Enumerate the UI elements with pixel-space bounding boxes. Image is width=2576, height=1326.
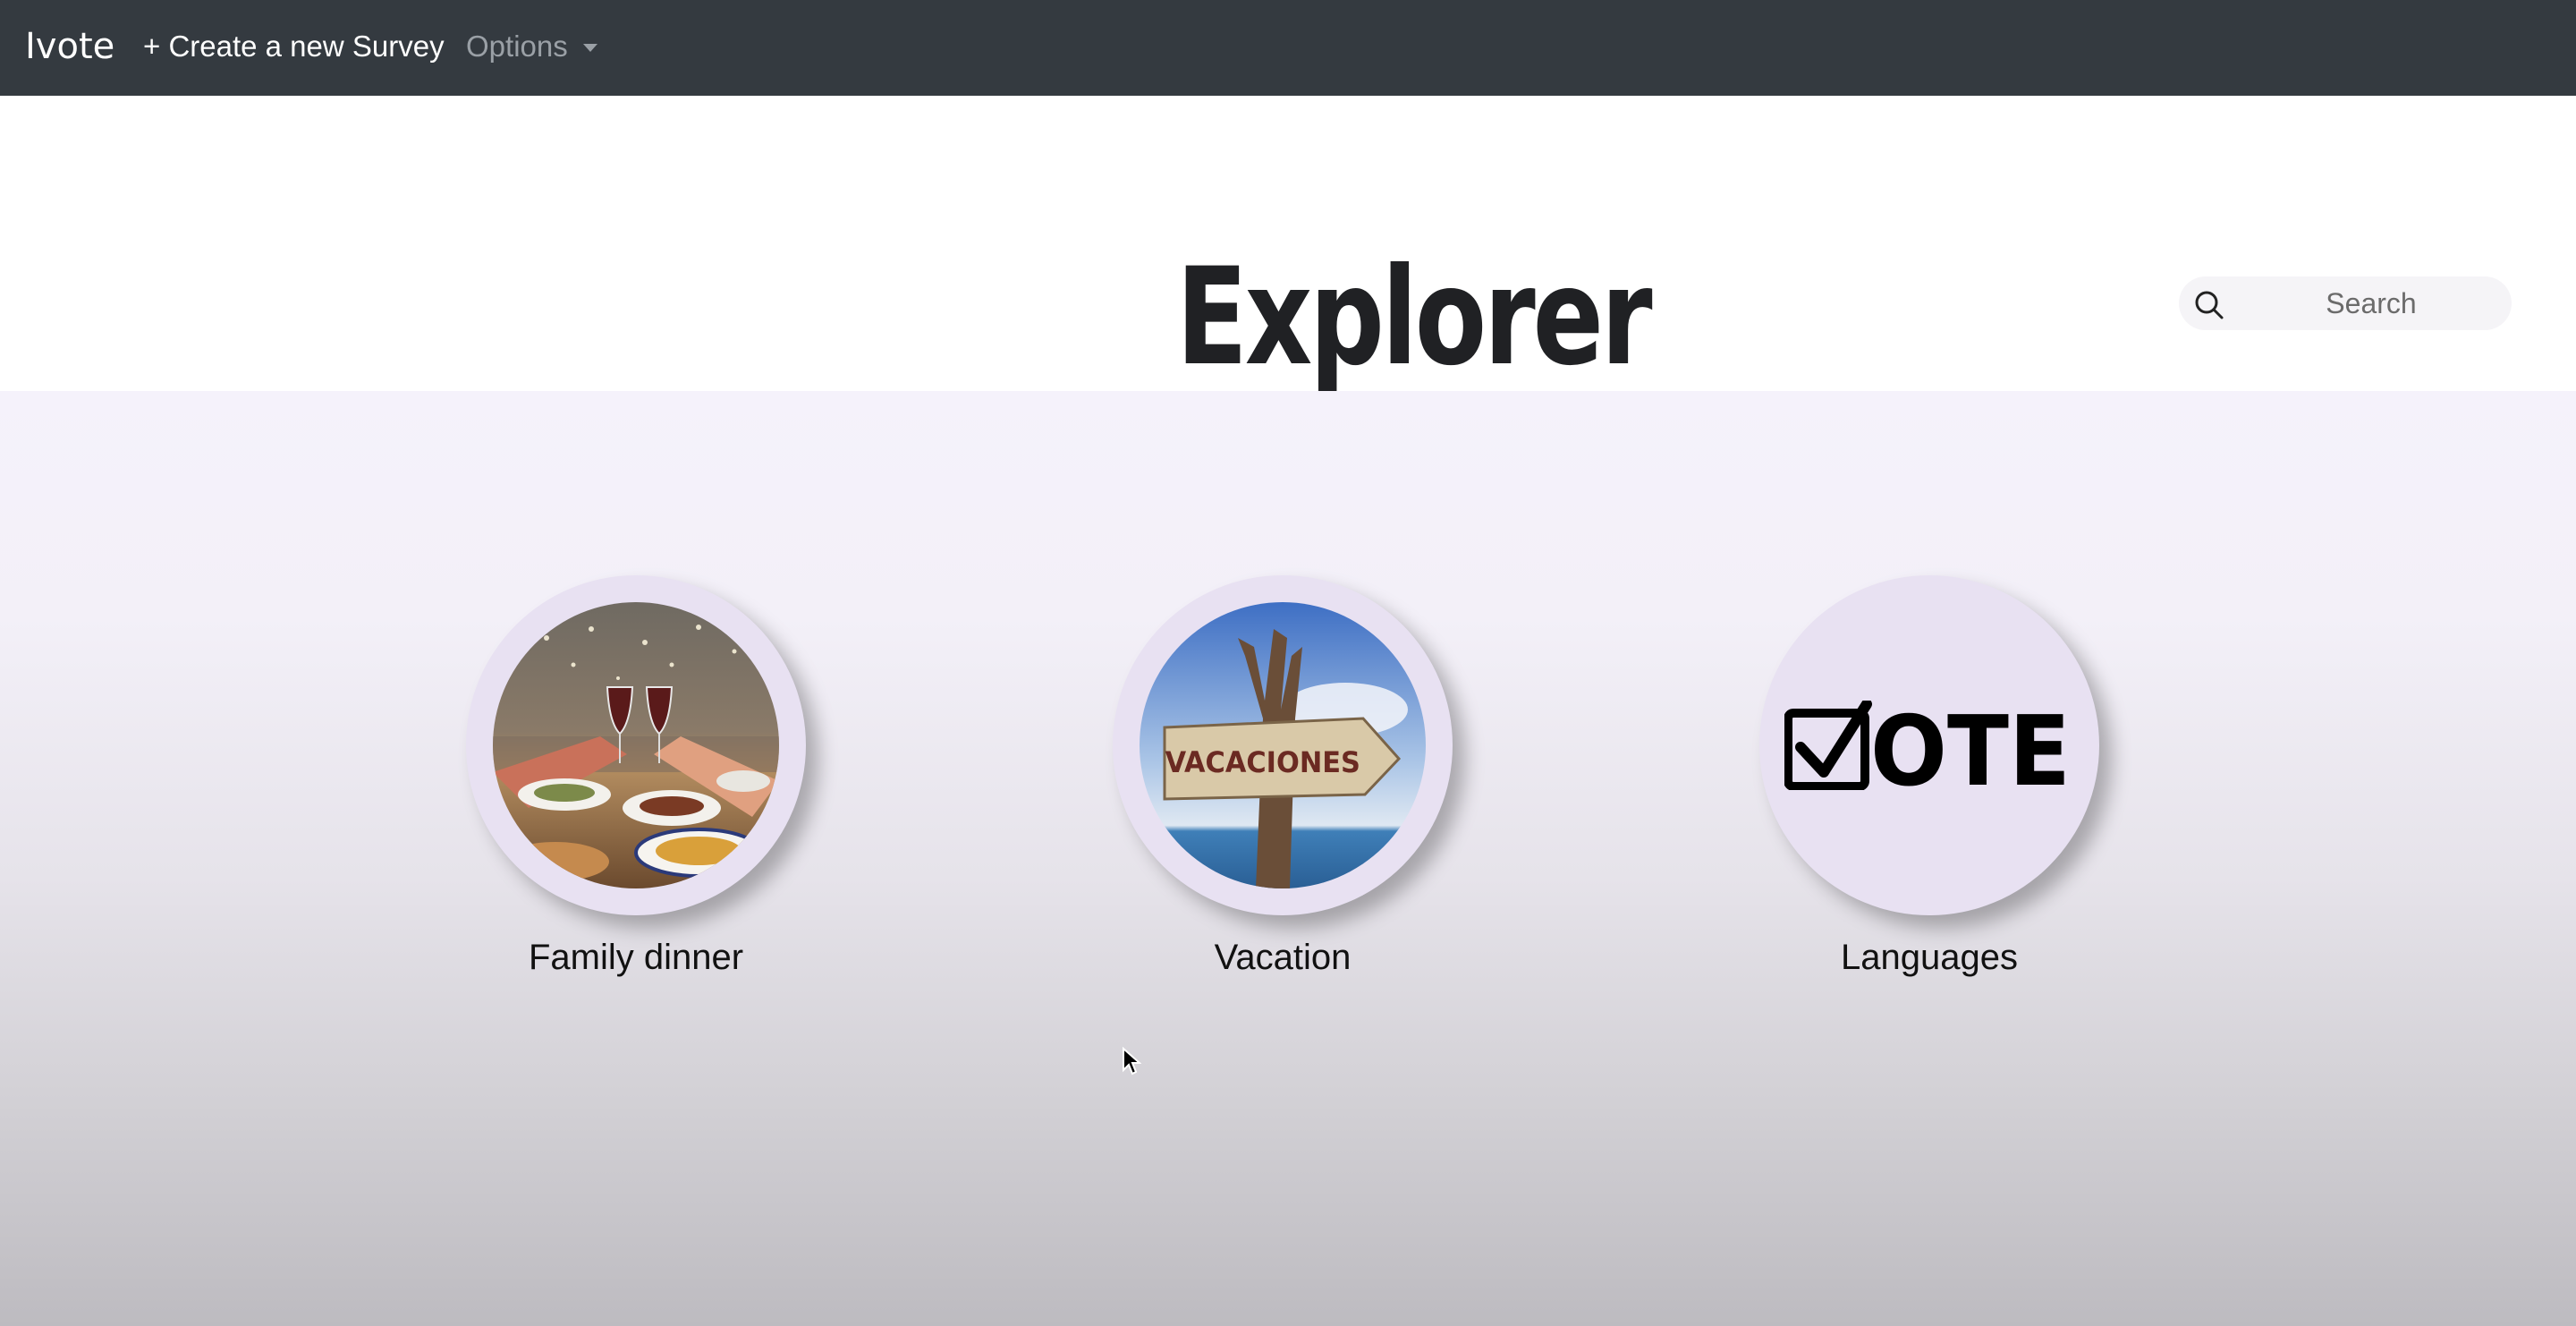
category-label: Vacation	[1214, 938, 1352, 977]
vote-logo-icon: OTE	[1784, 701, 2071, 790]
category-label: Family dinner	[528, 938, 744, 977]
dinner-photo-icon	[493, 602, 779, 888]
brand-logo[interactable]: Ivote	[25, 23, 114, 70]
chevron-down-icon	[582, 43, 597, 52]
mouse-cursor-icon	[1123, 1047, 1141, 1075]
category-circle[interactable]: OTE	[1759, 575, 2099, 915]
page-title: Explorer	[1176, 240, 1653, 395]
search-icon	[2195, 291, 2224, 319]
top-navbar: Ivote + Create a new Survey Options	[0, 0, 2576, 96]
vacaciones-sign-photo-icon: VACACIONES	[1140, 602, 1426, 888]
search-input[interactable]	[2250, 276, 2492, 330]
category-label: Languages	[1841, 938, 2018, 977]
create-survey-link[interactable]: + Create a new Survey	[143, 27, 445, 66]
vote-logo-text: OTE	[1870, 701, 2071, 790]
options-label: Options	[466, 30, 568, 63]
svg-text:VACACIONES: VACACIONES	[1165, 746, 1360, 779]
options-dropdown[interactable]: Options	[466, 27, 597, 66]
category-circle[interactable]: VACACIONES	[1113, 575, 1453, 915]
search-box[interactable]	[2179, 276, 2512, 330]
category-circle[interactable]	[466, 575, 806, 915]
